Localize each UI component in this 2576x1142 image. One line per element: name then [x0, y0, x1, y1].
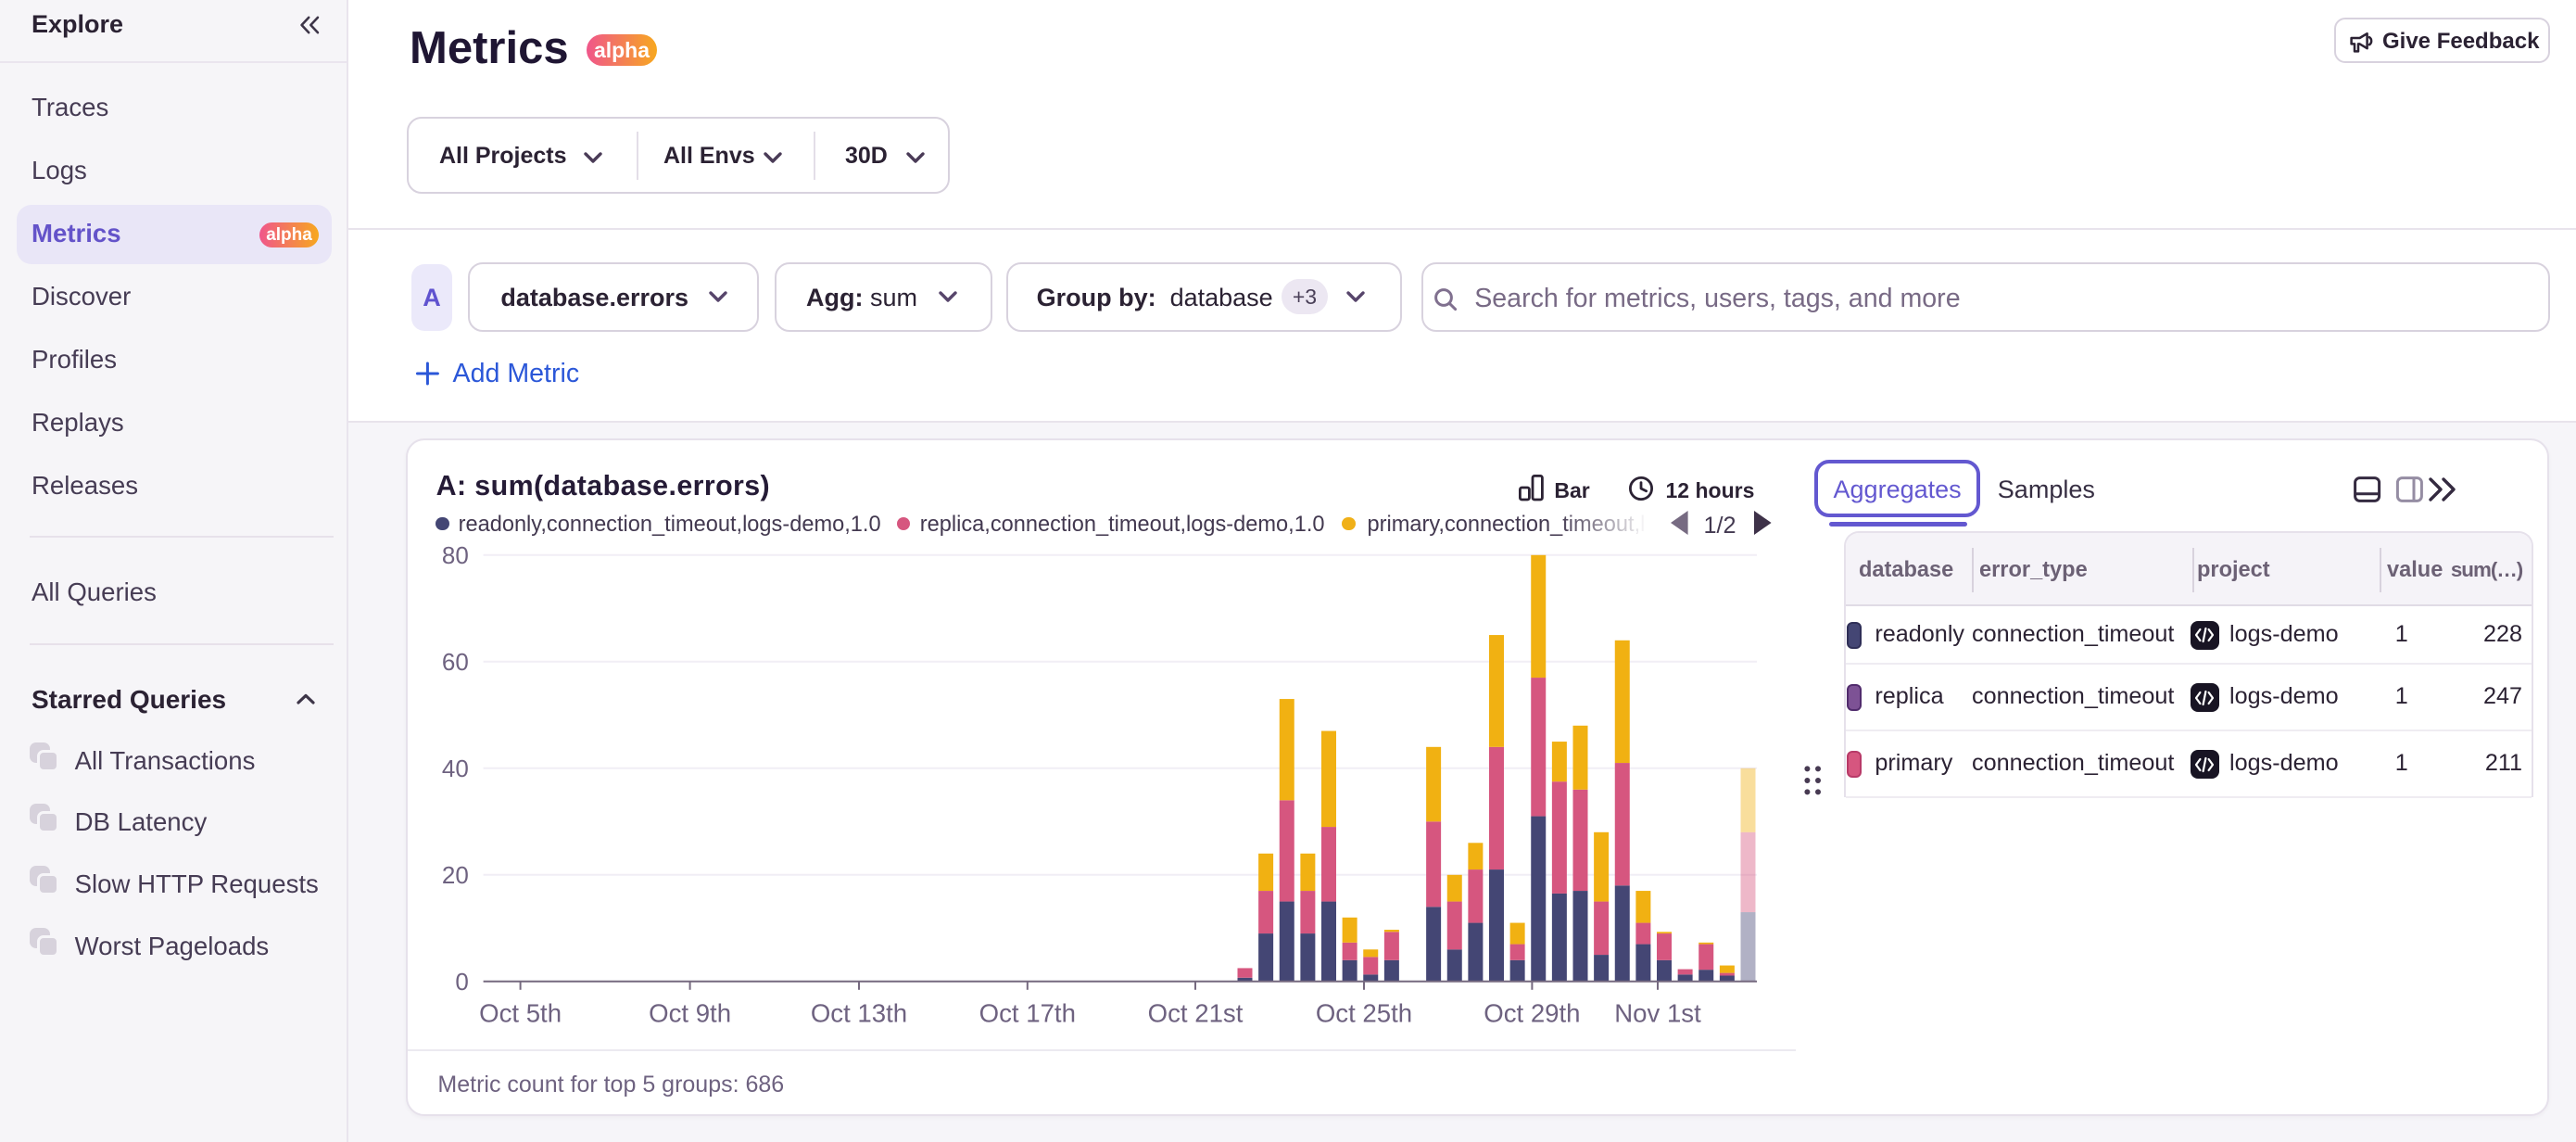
svg-text:60: 60 [442, 648, 469, 676]
svg-text:Oct 13th: Oct 13th [811, 999, 907, 1028]
svg-text:80: 80 [442, 541, 469, 569]
svg-text:Oct 25th: Oct 25th [1316, 999, 1412, 1028]
svg-text:20: 20 [442, 861, 469, 889]
svg-text:40: 40 [442, 755, 469, 782]
svg-text:Oct 9th: Oct 9th [649, 999, 731, 1028]
svg-text:Oct 5th: Oct 5th [479, 999, 562, 1028]
svg-text:Nov 1st: Nov 1st [1614, 999, 1701, 1028]
svg-text:Oct 17th: Oct 17th [979, 999, 1076, 1028]
svg-text:Oct 21st: Oct 21st [1148, 999, 1244, 1028]
svg-text:Oct 29th: Oct 29th [1484, 999, 1580, 1028]
svg-text:0: 0 [455, 968, 468, 996]
